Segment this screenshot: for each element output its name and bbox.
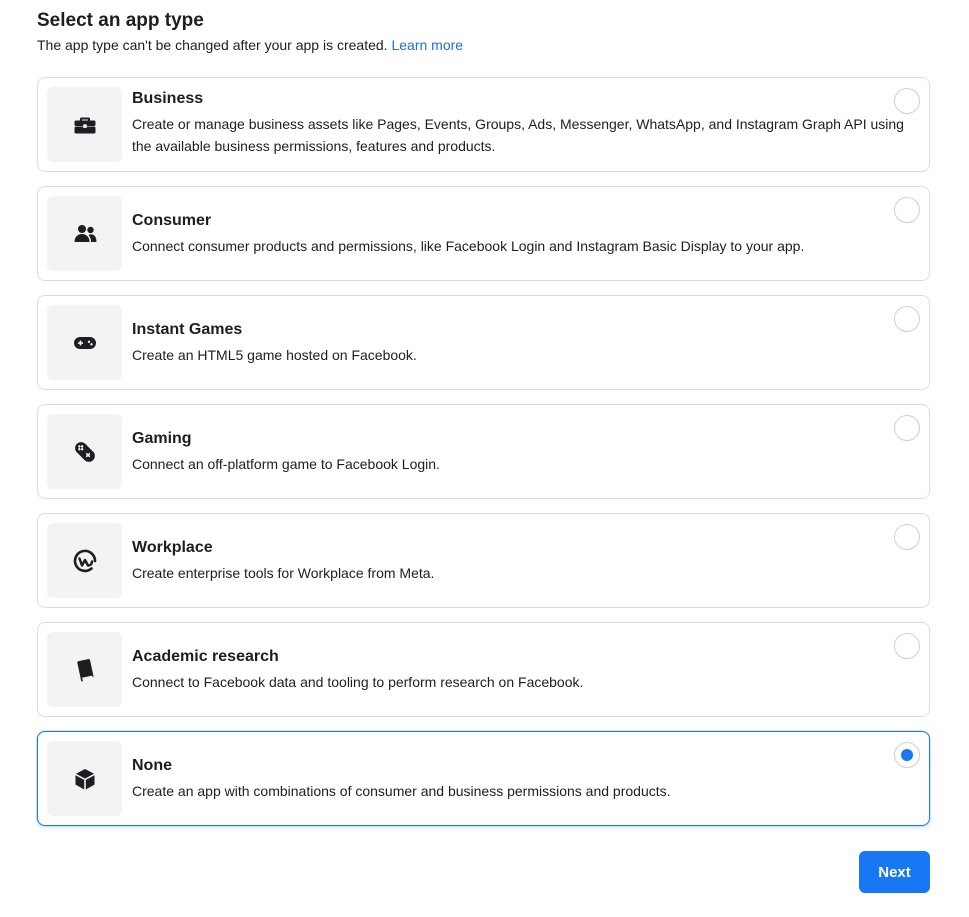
option-title: Gaming	[132, 430, 192, 447]
radio-business[interactable]	[894, 88, 920, 114]
next-button[interactable]: Next	[859, 851, 930, 893]
option-workplace[interactable]: Workplace Create enterprise tools for Wo…	[37, 513, 930, 608]
option-description: Create an app with combinations of consu…	[132, 783, 671, 799]
option-description: Create or manage business assets like Pa…	[132, 116, 904, 154]
option-text: None Create an app with combinations of …	[132, 732, 915, 825]
option-text: Workplace Create enterprise tools for Wo…	[132, 514, 915, 607]
option-icon-box	[47, 523, 122, 598]
radio-none[interactable]	[894, 742, 920, 768]
option-consumer[interactable]: Consumer Connect consumer products and p…	[37, 186, 930, 281]
header: Select an app type The app type can't be…	[37, 8, 937, 55]
option-instant-games[interactable]: Instant Games Create an HTML5 game hoste…	[37, 295, 930, 390]
option-title: Academic research	[132, 648, 279, 665]
option-icon-box	[47, 414, 122, 489]
learn-more-link[interactable]: Learn more	[391, 37, 463, 53]
radio-instant-games[interactable]	[894, 306, 920, 332]
subtitle-text: The app type can't be changed after your…	[37, 37, 388, 53]
option-business[interactable]: Business Create or manage business asset…	[37, 77, 930, 172]
option-description: Connect to Facebook data and tooling to …	[132, 674, 584, 690]
option-description: Connect an off-platform game to Facebook…	[132, 456, 440, 472]
option-title: None	[132, 757, 172, 774]
radio-consumer[interactable]	[894, 197, 920, 223]
subtitle: The app type can't be changed after your…	[37, 35, 937, 55]
gamepad-tilted-icon	[74, 441, 95, 462]
workplace-logo-icon	[73, 549, 96, 572]
radio-gaming[interactable]	[894, 415, 920, 441]
people-icon	[74, 224, 96, 242]
book-icon	[76, 658, 93, 682]
cube-icon	[75, 768, 94, 789]
option-icon-box	[47, 632, 122, 707]
game-controller-icon	[73, 336, 96, 349]
option-title: Business	[132, 90, 204, 107]
option-text: Academic research Connect to Facebook da…	[132, 623, 915, 716]
option-none[interactable]: None Create an app with combinations of …	[37, 731, 930, 826]
option-description: Create an HTML5 game hosted on Facebook.	[132, 347, 417, 363]
option-title: Workplace	[132, 539, 213, 556]
option-icon-box	[47, 196, 122, 271]
option-title: Consumer	[132, 212, 212, 229]
radio-academic-research[interactable]	[894, 633, 920, 659]
option-icon-box	[47, 87, 122, 162]
option-academic-research[interactable]: Academic research Connect to Facebook da…	[37, 622, 930, 717]
option-text: Business Create or manage business asset…	[132, 88, 915, 157]
option-text: Consumer Connect consumer products and p…	[132, 187, 915, 280]
radio-workplace[interactable]	[894, 524, 920, 550]
briefcase-icon	[74, 117, 95, 133]
option-gaming[interactable]: Gaming Connect an off-platform game to F…	[37, 404, 930, 499]
app-type-options: Business Create or manage business asset…	[37, 77, 930, 840]
option-icon-box	[47, 741, 122, 816]
page-title: Select an app type	[37, 10, 204, 31]
option-title: Instant Games	[132, 321, 243, 338]
option-text: Gaming Connect an off-platform game to F…	[132, 405, 915, 498]
option-text: Instant Games Create an HTML5 game hoste…	[132, 296, 915, 389]
option-icon-box	[47, 305, 122, 380]
option-description: Create enterprise tools for Workplace fr…	[132, 565, 435, 581]
option-description: Connect consumer products and permission…	[132, 238, 805, 254]
